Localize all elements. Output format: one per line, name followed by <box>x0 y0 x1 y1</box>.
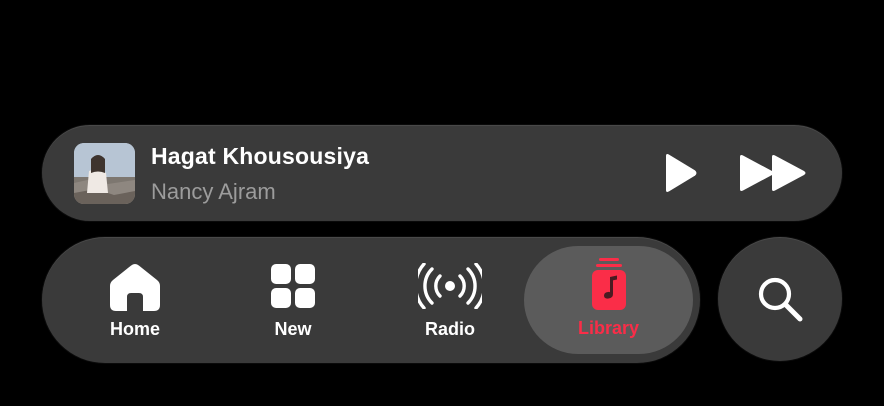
album-artwork <box>74 143 135 204</box>
fast-forward-icon <box>740 155 806 191</box>
track-title: Hagat Khousousiya <box>151 143 370 169</box>
house-icon <box>110 259 160 313</box>
play-icon <box>666 154 697 192</box>
tab-library[interactable]: Library <box>524 246 693 354</box>
search-icon <box>758 277 803 322</box>
tab-bar: Home New Radio Library <box>42 237 700 363</box>
search-button[interactable] <box>718 237 842 361</box>
music-library-icon <box>591 258 626 312</box>
tab-label-library: Library <box>577 318 640 338</box>
mini-player[interactable]: Hagat Khousousiya Nancy Ajram <box>42 125 842 221</box>
tab-home[interactable]: Home <box>84 249 186 351</box>
tab-label-new: New <box>274 319 312 339</box>
fast-forward-button[interactable] <box>734 149 812 197</box>
tab-label-home: Home <box>109 319 160 339</box>
tab-radio[interactable]: Radio <box>399 249 501 351</box>
track-artist: Nancy Ajram <box>151 179 276 204</box>
grid-icon <box>271 259 315 313</box>
app-screen: Hagat Khousousiya Nancy Ajram Home New R… <box>0 0 884 406</box>
tab-label-radio: Radio <box>424 319 475 339</box>
tab-new[interactable]: New <box>242 249 344 351</box>
play-button[interactable] <box>654 149 706 197</box>
broadcast-icon <box>418 259 482 313</box>
